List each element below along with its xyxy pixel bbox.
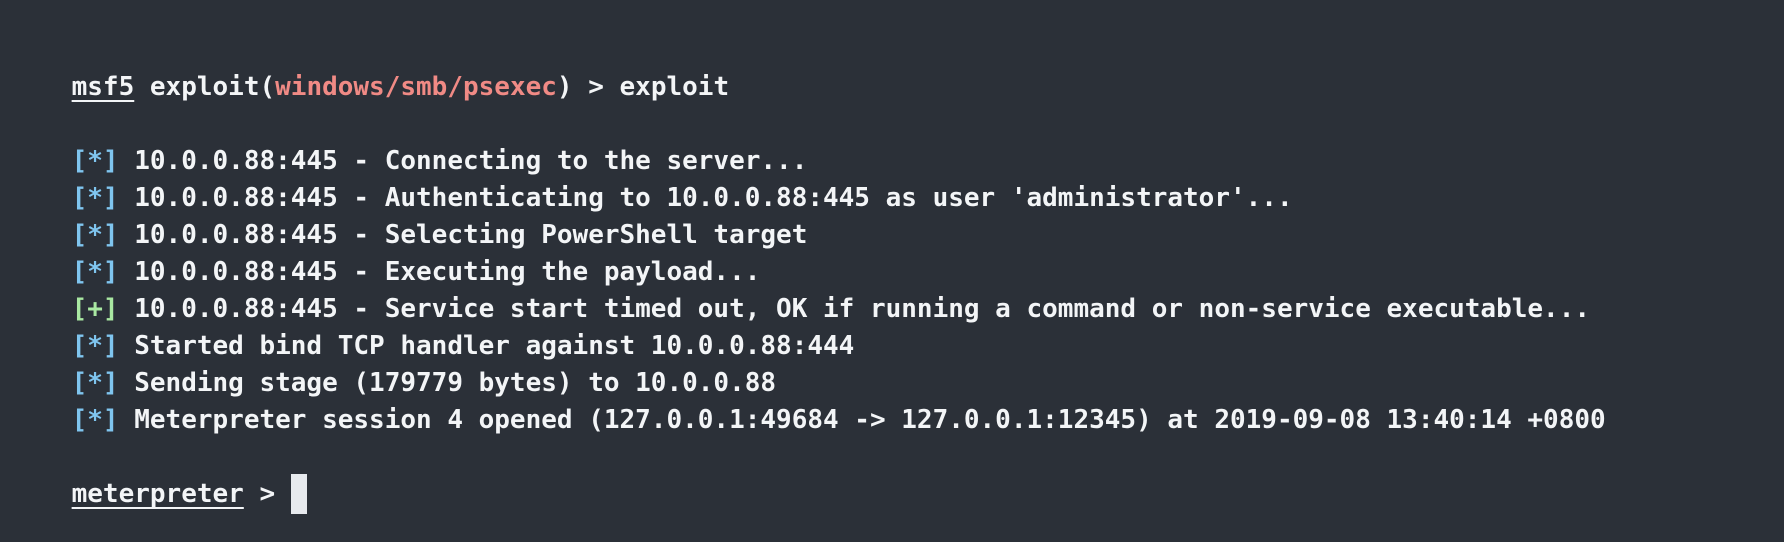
prompt-separator: >	[243, 479, 291, 509]
text-cursor[interactable]	[290, 473, 307, 514]
output-line-1: [*] 10.0.0.88:445 - Connecting to the se…	[9, 98, 808, 176]
output-line-4: [*] 10.0.0.88:445 - Executing the payloa…	[9, 209, 761, 287]
output-line-6: [*] Started bind TCP handler against 10.…	[9, 283, 855, 361]
terminal-window[interactable]: msf5 exploit(windows/smb/psexec) > explo…	[0, 0, 1784, 542]
output-text: Meterpreter session 4 opened (127.0.0.1:…	[134, 405, 1606, 435]
meterpreter-prompt: meterpreter	[71, 479, 244, 509]
output-line-3: [*] 10.0.0.88:445 - Selecting PowerShell…	[9, 172, 808, 250]
output-line-2: [*] 10.0.0.88:445 - Authenticating to 10…	[9, 135, 1293, 213]
meterpreter-input-line[interactable]: meterpreter >	[9, 431, 307, 514]
command-line: msf5 exploit(windows/smb/psexec) > explo…	[9, 24, 729, 102]
output-line-5: [+] 10.0.0.88:445 - Service start timed …	[9, 246, 1590, 324]
output-line-7: [*] Sending stage (179779 bytes) to 10.0…	[9, 320, 776, 398]
output-line-8: [*] Meterpreter session 4 opened (127.0.…	[9, 357, 1606, 435]
